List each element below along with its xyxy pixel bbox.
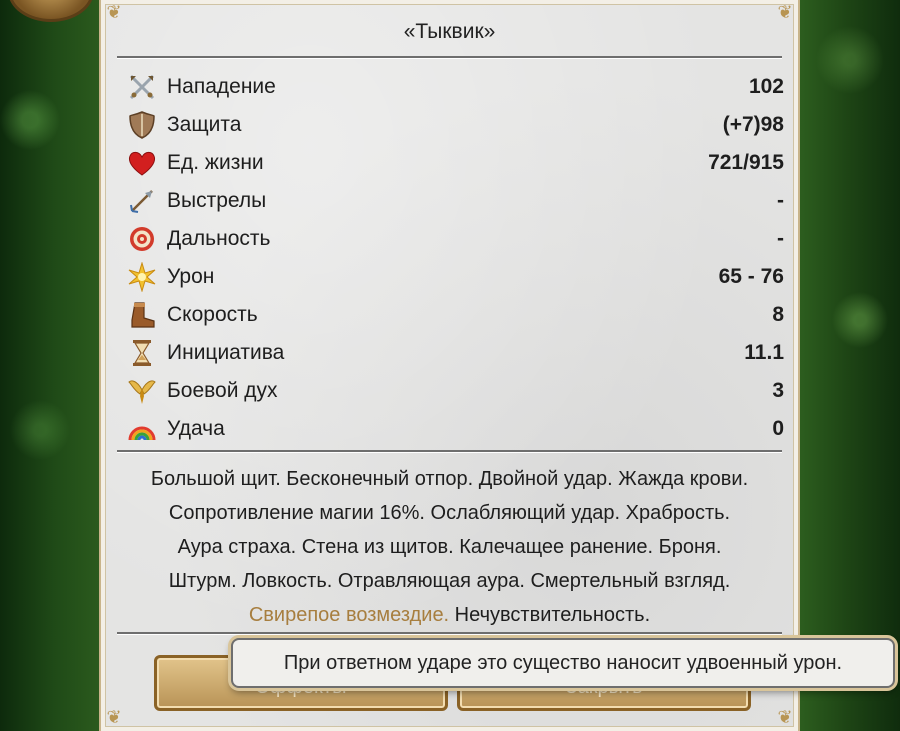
- boot-icon: [125, 298, 159, 332]
- wings-icon: [125, 374, 159, 408]
- stat-row-damage[interactable]: Урон 65 - 76: [125, 258, 784, 296]
- shield-icon: [125, 108, 159, 142]
- ability-line: Большой щит. Бесконечный отпор. Двойной …: [150, 468, 749, 490]
- stat-row-defense[interactable]: Защита (+7)98: [125, 106, 784, 144]
- divider: [117, 56, 782, 58]
- stat-label: Боевой дух: [167, 379, 278, 402]
- stat-label: Скорость: [167, 303, 258, 326]
- stat-label: Урон: [167, 265, 215, 288]
- divider: [117, 632, 782, 634]
- stat-label: Защита: [167, 113, 242, 136]
- corner-ornament-icon: ❦: [106, 707, 122, 728]
- stat-row-shots[interactable]: Выстрелы -: [125, 182, 784, 220]
- stat-label: Выстрелы: [167, 189, 267, 212]
- stat-row-range[interactable]: Дальность -: [125, 220, 784, 258]
- stat-label: Ед. жизни: [167, 151, 264, 174]
- stat-value: -: [777, 227, 784, 250]
- hero-orb: [8, 0, 94, 22]
- ability-line: Сопротивление магии 16%. Ослабляющий уда…: [168, 502, 731, 524]
- ability-text: Нечувствительность.: [449, 604, 651, 626]
- stats-list: Нападение 102 Защита (+7)98 Ед. жизни 72…: [125, 68, 784, 448]
- stat-value: 8: [772, 303, 784, 326]
- crossed-swords-icon: [125, 70, 159, 104]
- heart-icon: [125, 146, 159, 180]
- divider: [117, 450, 782, 452]
- target-icon: [125, 222, 159, 256]
- stat-row-health[interactable]: Ед. жизни 721/915: [125, 144, 784, 182]
- stat-label: Удача: [167, 417, 225, 440]
- stat-value: 3: [772, 379, 784, 402]
- stat-value: -: [777, 189, 784, 212]
- corner-ornament-icon: ❦: [777, 707, 793, 728]
- arrow-icon: [125, 184, 159, 218]
- stat-value: (+7)98: [722, 113, 784, 136]
- stat-value: 102: [748, 75, 784, 98]
- ability-tooltip: При ответном ударе это существо наносит …: [231, 638, 895, 688]
- creature-info-panel: ❦ ❦ ❦ ❦ «Тыквик» Нападение 102 Защита (+…: [99, 0, 800, 731]
- stat-row-luck[interactable]: Удача 0: [125, 410, 784, 448]
- stat-value: 65 - 76: [718, 265, 784, 288]
- hourglass-icon: [125, 336, 159, 370]
- stat-value: 721/915: [708, 151, 784, 174]
- creature-name: «Тыквик»: [403, 20, 496, 43]
- stat-row-attack[interactable]: Нападение 102: [125, 68, 784, 106]
- ability-line: Свирепое возмездие. Нечувствительность.: [111, 598, 788, 632]
- stat-row-initiative[interactable]: Инициатива 11.1: [125, 334, 784, 372]
- stat-label: Дальность: [167, 227, 271, 250]
- ability-line: Штурм. Ловкость. Отравляющая аура. Смерт…: [168, 570, 731, 592]
- stat-row-morale[interactable]: Боевой дух 3: [125, 372, 784, 410]
- ability-line: Аура страха. Стена из щитов. Калечащее р…: [177, 536, 722, 558]
- rainbow-icon: [125, 412, 159, 446]
- stat-value: 0: [772, 417, 784, 440]
- stat-row-speed[interactable]: Скорость 8: [125, 296, 784, 334]
- stat-label: Инициатива: [167, 341, 285, 364]
- burst-icon: [125, 260, 159, 294]
- stat-value: 11.1: [744, 341, 784, 364]
- abilities-text: Большой щит. Бесконечный отпор. Двойной …: [111, 462, 788, 632]
- ability-link-ferocious-retaliation[interactable]: Свирепое возмездие.: [249, 604, 449, 626]
- stat-label: Нападение: [167, 75, 276, 98]
